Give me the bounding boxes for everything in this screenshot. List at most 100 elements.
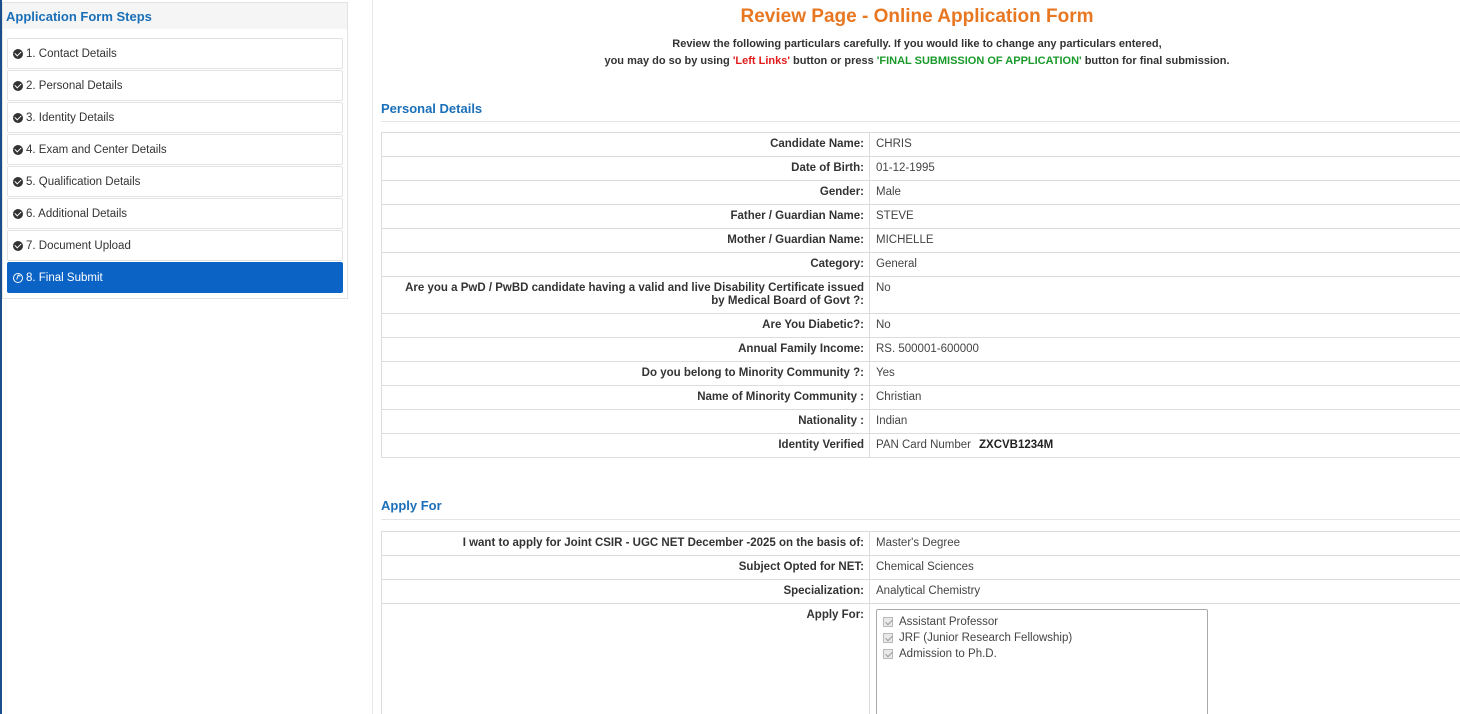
field-label: Candidate Name: xyxy=(382,133,870,156)
apply-for-options-box: Assistant Professor JRF (Junior Research… xyxy=(876,609,1208,714)
step-personal-details[interactable]: 2. Personal Details xyxy=(7,70,343,101)
check-circle-icon xyxy=(13,176,23,187)
detail-row-subject: Subject Opted for NET: Chemical Sciences xyxy=(382,556,1460,580)
field-value: Analytical Chemistry xyxy=(876,585,981,597)
step-label: 4. Exam and Center Details xyxy=(26,143,167,156)
step-exam-center-details[interactable]: 4. Exam and Center Details xyxy=(7,134,343,165)
field-value: PAN Card Number ZXCVB1234M xyxy=(870,434,1460,457)
step-label: 3. Identity Details xyxy=(26,111,115,124)
field-label: Annual Family Income: xyxy=(382,338,870,361)
field-value: Christian xyxy=(876,391,922,403)
detail-row-gender: Gender: Male xyxy=(382,181,1460,205)
field-value: MICHELLE xyxy=(876,234,934,246)
step-identity-details[interactable]: 3. Identity Details xyxy=(7,102,343,133)
check-circle-icon xyxy=(13,112,23,123)
detail-row-pwd: Are you a PwD / PwBD candidate having a … xyxy=(382,277,1460,314)
field-value: Assistant Professor JRF (Junior Research… xyxy=(870,604,1460,714)
sidebar-title: Application Form Steps xyxy=(3,3,347,29)
step-contact-details[interactable]: 1. Contact Details xyxy=(7,38,343,69)
detail-row-mother-name: Mother / Guardian Name: MICHELLE xyxy=(382,229,1460,253)
instruction-text: button for final submission. xyxy=(1081,55,1230,67)
detail-row-category: Category: General xyxy=(382,253,1460,277)
step-label: 5. Qualification Details xyxy=(26,175,141,188)
steps-list: 1. Contact Details 2. Personal Details 3… xyxy=(7,38,343,294)
field-label: Category: xyxy=(382,253,870,276)
pan-number: ZXCVB1234M xyxy=(979,439,1054,451)
personal-details-heading: Personal Details xyxy=(381,101,483,116)
step-final-submit[interactable]: 8. Final Submit xyxy=(7,262,343,293)
field-value: CHRIS xyxy=(876,138,912,150)
clock-icon xyxy=(13,272,23,283)
field-value: Yes xyxy=(876,367,895,379)
step-qualification-details[interactable]: 5. Qualification Details xyxy=(7,166,343,197)
detail-row-father-name: Father / Guardian Name: STEVE xyxy=(382,205,1460,229)
checkbox-checked-icon xyxy=(883,617,893,627)
field-label: I want to apply for Joint CSIR - UGC NET… xyxy=(382,532,870,555)
detail-row-identity: Identity Verified PAN Card Number ZXCVB123… xyxy=(382,434,1460,458)
page-title: Review Page - Online Application Form xyxy=(740,6,1094,27)
field-value: No xyxy=(876,319,891,331)
field-label: Apply For: xyxy=(382,604,870,714)
field-label: Date of Birth: xyxy=(382,157,870,180)
detail-row-family-income: Annual Family Income: RS. 500001-600000 xyxy=(382,338,1460,362)
check-circle-icon xyxy=(13,48,23,59)
detail-row-candidate-name: Candidate Name: CHRIS xyxy=(382,133,1460,157)
detail-row-basis: I want to apply for Joint CSIR - UGC NET… xyxy=(382,532,1460,556)
checkbox-checked-icon xyxy=(883,649,893,659)
check-circle-icon xyxy=(13,80,23,91)
step-label: 2. Personal Details xyxy=(26,79,123,92)
field-value: RS. 500001-600000 xyxy=(876,343,979,355)
field-label: Do you belong to Minority Community ?: xyxy=(382,362,870,385)
field-label: Father / Guardian Name: xyxy=(382,205,870,228)
detail-row-minority: Do you belong to Minority Community ?: Ye… xyxy=(382,362,1460,386)
field-value: Chemical Sciences xyxy=(876,561,974,573)
detail-row-minority-community: Name of Minority Community : Christian xyxy=(382,386,1460,410)
instruction-text: button or press xyxy=(790,55,877,67)
option-label: Admission to Ph.D. xyxy=(899,647,997,660)
detail-row-date-of-birth: Date of Birth: 01-12-1995 xyxy=(382,157,1460,181)
detail-row-apply-for: Apply For: Assistant Professor JRF (Juni… xyxy=(382,604,1460,714)
option-label: JRF (Junior Research Fellowship) xyxy=(899,631,1073,644)
field-value: General xyxy=(876,258,917,270)
field-value: 01-12-1995 xyxy=(876,162,935,174)
application-steps-panel: Application Form Steps 1. Contact Detail… xyxy=(2,2,348,299)
field-label: Name of Minority Community : xyxy=(382,386,870,409)
review-main: Review Page - Online Application Form Re… xyxy=(372,0,1460,714)
field-value: No xyxy=(876,282,891,294)
field-label: Subject Opted for NET: xyxy=(382,556,870,579)
field-label: Are you a PwD / PwBD candidate having a … xyxy=(382,277,870,313)
identity-type: PAN Card Number xyxy=(876,439,972,451)
final-submission-text: 'FINAL SUBMISSION OF APPLICATION' xyxy=(876,55,1082,67)
step-label: 8. Final Submit xyxy=(26,271,103,284)
step-document-upload[interactable]: 7. Document Upload xyxy=(7,230,343,261)
left-links-text: 'Left Links' xyxy=(732,55,790,67)
field-label: Are You Diabetic?: xyxy=(382,314,870,337)
section-divider xyxy=(381,519,1460,520)
checkbox-checked-icon xyxy=(883,633,893,643)
step-additional-details[interactable]: 6. Additional Details xyxy=(7,198,343,229)
section-divider xyxy=(381,121,1460,122)
field-label: Mother / Guardian Name: xyxy=(382,229,870,252)
field-label: Specialization: xyxy=(382,580,870,603)
check-circle-icon xyxy=(13,240,23,251)
field-value: STEVE xyxy=(876,210,914,222)
apply-for-heading: Apply For xyxy=(381,498,442,513)
step-label: 7. Document Upload xyxy=(26,239,131,252)
detail-row-specialization: Specialization: Analytical Chemistry xyxy=(382,580,1460,604)
instruction-line-2: you may do so by using 'Left Links' butt… xyxy=(373,55,1460,67)
option-phd-admission: Admission to Ph.D. xyxy=(883,646,1201,662)
apply-for-table: I want to apply for Joint CSIR - UGC NET… xyxy=(381,531,1460,714)
personal-details-table: Candidate Name: CHRIS Date of Birth: 01-12… xyxy=(381,132,1460,458)
option-label: Assistant Professor xyxy=(899,615,999,628)
field-label: Identity Verified xyxy=(382,434,870,457)
check-circle-icon xyxy=(13,208,23,219)
step-label: 6. Additional Details xyxy=(26,207,128,220)
instruction-line-1: Review the following particulars careful… xyxy=(672,38,1162,50)
option-assistant-professor: Assistant Professor xyxy=(883,614,1201,630)
step-label: 1. Contact Details xyxy=(26,47,117,60)
detail-row-diabetic: Are You Diabetic?: No xyxy=(382,314,1460,338)
instruction-text: you may do so by using xyxy=(604,55,733,67)
detail-row-nationality: Nationality : Indian xyxy=(382,410,1460,434)
field-label: Gender: xyxy=(382,181,870,204)
field-value: Male xyxy=(876,186,901,198)
